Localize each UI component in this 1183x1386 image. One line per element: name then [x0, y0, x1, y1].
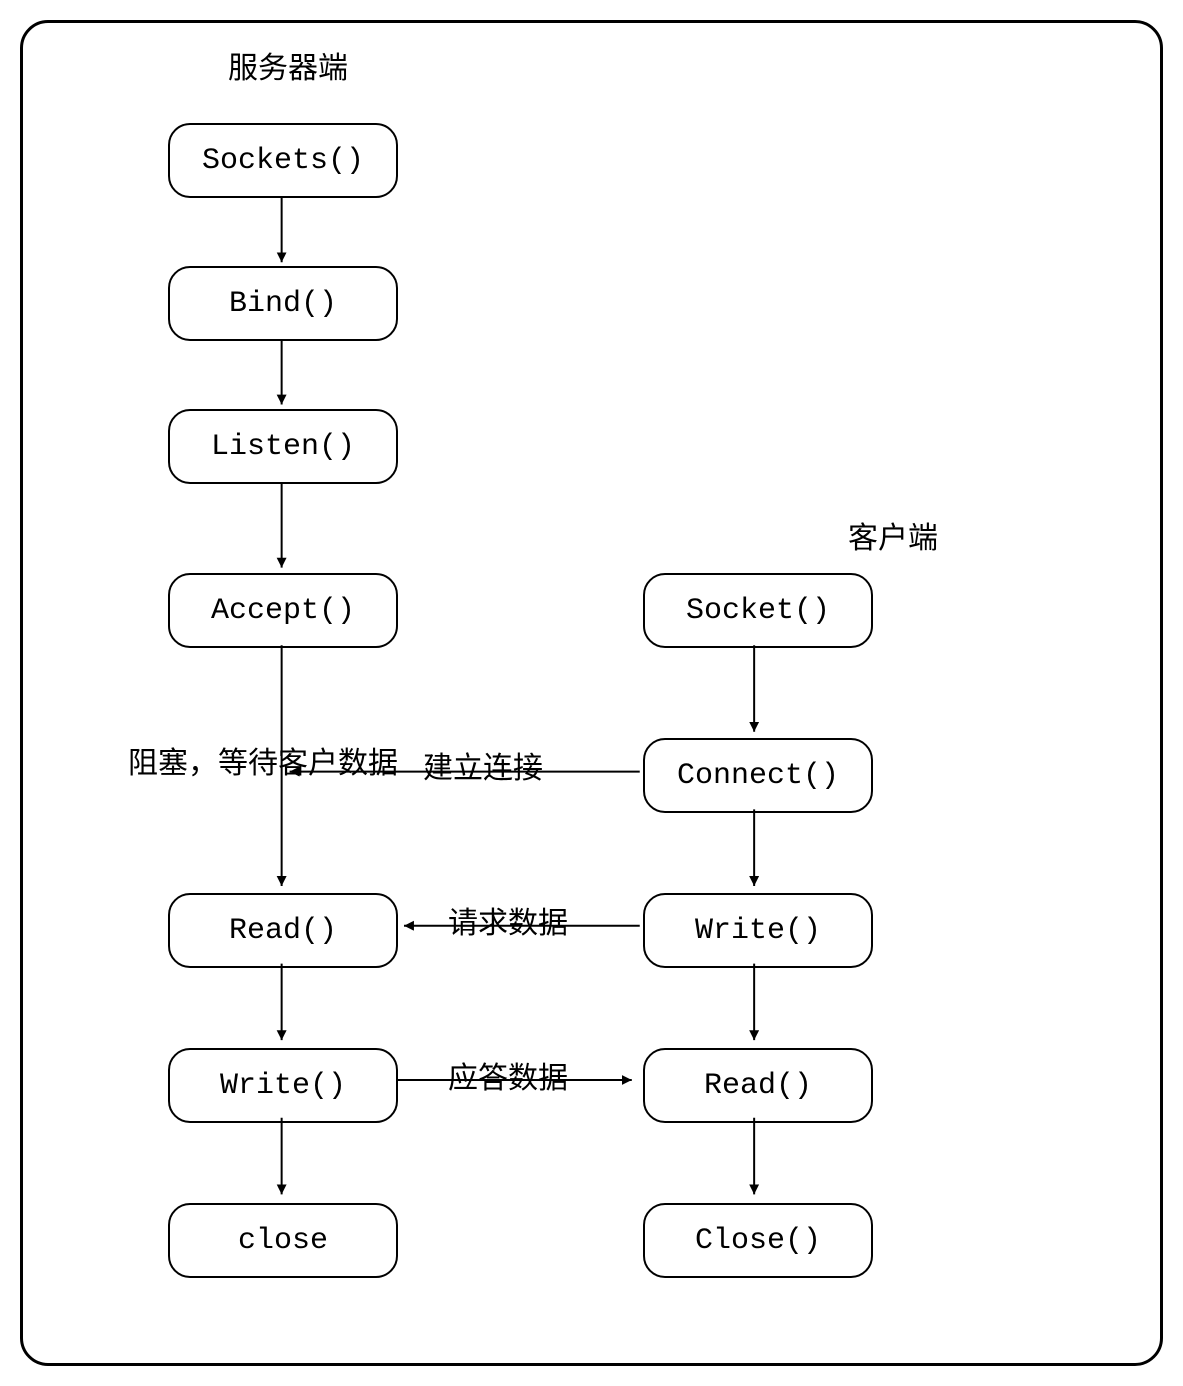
- label-response: 应答数据: [448, 1053, 568, 1097]
- node-server-listen: Listen(): [168, 409, 398, 484]
- node-server-write: Write(): [168, 1048, 398, 1123]
- client-title: 客户端: [848, 513, 938, 557]
- label-request: 请求数据: [448, 898, 568, 942]
- server-title: 服务器端: [228, 43, 348, 87]
- node-server-accept: Accept(): [168, 573, 398, 648]
- diagram-frame: 服务器端 客户端 Sockets() Bind() Listen() Accep…: [20, 20, 1163, 1366]
- label-block-wait: 阻塞，等待客户数据: [128, 738, 398, 782]
- node-server-read: Read(): [168, 893, 398, 968]
- node-server-sockets: Sockets(): [168, 123, 398, 198]
- label-establish: 建立连接: [423, 743, 543, 787]
- node-client-socket: Socket(): [643, 573, 873, 648]
- node-client-read: Read(): [643, 1048, 873, 1123]
- node-server-close: close: [168, 1203, 398, 1278]
- node-client-write: Write(): [643, 893, 873, 968]
- arrows-svg: [23, 23, 1160, 1363]
- node-server-bind: Bind(): [168, 266, 398, 341]
- node-client-close: Close(): [643, 1203, 873, 1278]
- node-client-connect: Connect(): [643, 738, 873, 813]
